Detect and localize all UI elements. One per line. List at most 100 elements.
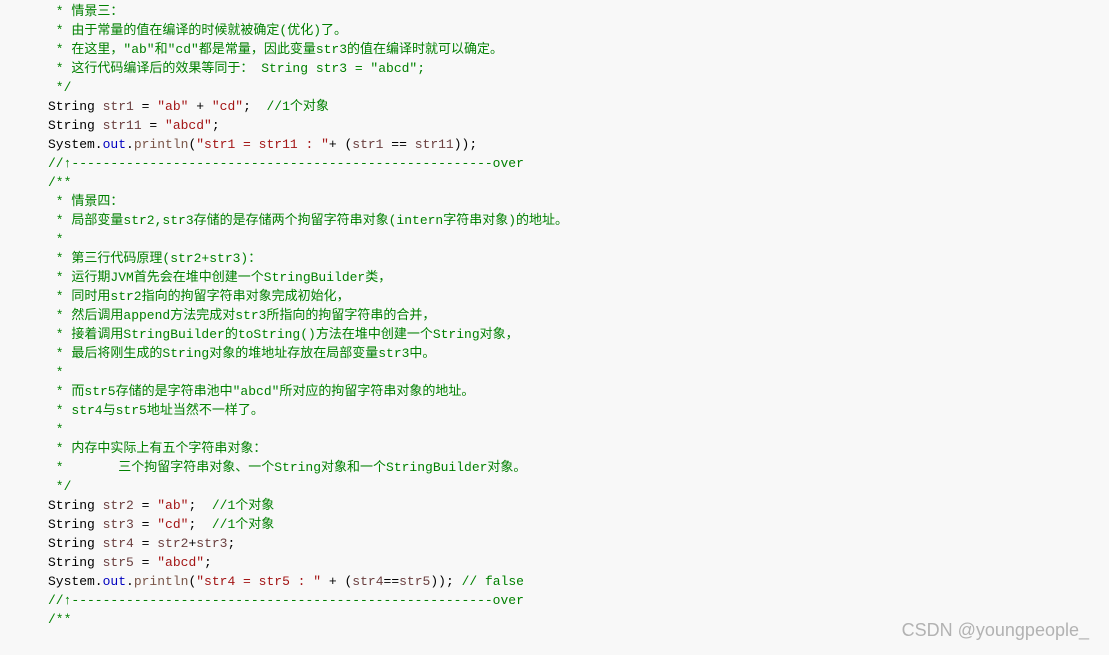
comment-text: * (48, 365, 64, 380)
code-line: * 情景四： (48, 192, 1109, 211)
code-segment: str1 (352, 137, 383, 152)
code-line: * 最后将刚生成的String对象的堆地址存放在局部变量str3中。 (48, 344, 1109, 363)
code-segment: )); (430, 574, 461, 589)
code-segment: + ( (329, 137, 352, 152)
code-segment: . (126, 574, 134, 589)
code-segment: String (48, 536, 103, 551)
code-segment: = (134, 498, 157, 513)
comment-text: * 这行代码编译后的效果等同于： String str3 = "abcd"; (48, 61, 425, 76)
code-segment: str11 (415, 137, 454, 152)
code-line: */ (48, 477, 1109, 496)
comment-text: * 然后调用append方法完成对str3所指向的拘留字符串的合并， (48, 308, 435, 323)
code-segment: str5 (103, 555, 134, 570)
code-segment: println (134, 137, 189, 152)
code-segment: str2 (157, 536, 188, 551)
comment-text: * 由于常量的值在编译的时候就被确定(优化)了。 (48, 23, 347, 38)
code-segment: //1个对象 (212, 498, 274, 513)
code-segment: str4 (103, 536, 134, 551)
code-line: * 由于常量的值在编译的时候就被确定(优化)了。 (48, 21, 1109, 40)
code-segment: //1个对象 (212, 517, 274, 532)
code-line: String str5 = "abcd"; (48, 553, 1109, 572)
code-segment: str5 (399, 574, 430, 589)
code-line: //↑-------------------------------------… (48, 154, 1109, 173)
code-segment: // false (462, 574, 524, 589)
code-segment: //1个对象 (266, 99, 328, 114)
code-line: * (48, 420, 1109, 439)
code-segment: = (134, 99, 157, 114)
code-line: String str11 = "abcd"; (48, 116, 1109, 135)
code-line: * 而str5存储的是字符串池中"abcd"所对应的拘留字符串对象的地址。 (48, 382, 1109, 401)
comment-text: * str4与str5地址当然不一样了。 (48, 403, 264, 418)
code-segment: ; (212, 118, 220, 133)
comment-text: * 运行期JVM首先会在堆中创建一个StringBuilder类， (48, 270, 391, 285)
code-segment: System. (48, 574, 103, 589)
code-segment: "ab" (157, 498, 188, 513)
code-segment: = (134, 536, 157, 551)
code-segment: String (48, 498, 103, 513)
code-segment: = (134, 517, 157, 532)
code-line: * (48, 363, 1109, 382)
comment-text: */ (48, 80, 71, 95)
code-line: * 局部变量str2,str3存储的是存储两个拘留字符串对象(intern字符串… (48, 211, 1109, 230)
code-segment: )); (454, 137, 477, 152)
comment-text: * (48, 232, 64, 247)
code-line: String str2 = "ab"; //1个对象 (48, 496, 1109, 515)
comment-text: * 在这里，"ab"和"cd"都是常量，因此变量str3的值在编译时就可以确定。 (48, 42, 503, 57)
code-segment: out (103, 574, 126, 589)
comment-text: //↑-------------------------------------… (48, 593, 524, 608)
comment-text: * 内存中实际上有五个字符串对象： (48, 441, 266, 456)
code-segment: "str4 = str5 : " (196, 574, 321, 589)
code-line: * 这行代码编译后的效果等同于： String str3 = "abcd"; (48, 59, 1109, 78)
code-segment: "abcd" (157, 555, 204, 570)
code-segment: str3 (103, 517, 134, 532)
code-line: */ (48, 78, 1109, 97)
code-segment: + ( (321, 574, 352, 589)
code-line: * 情景三： (48, 2, 1109, 21)
code-segment: String (48, 99, 103, 114)
code-segment: println (134, 574, 189, 589)
code-segment: str4 (352, 574, 383, 589)
code-segment: = (142, 118, 165, 133)
code-segment: ; (188, 517, 211, 532)
code-segment: == (384, 137, 415, 152)
comment-text: * 而str5存储的是字符串池中"abcd"所对应的拘留字符串对象的地址。 (48, 384, 474, 399)
code-line: * 三个拘留字符串对象、一个String对象和一个StringBuilder对象… (48, 458, 1109, 477)
comment-text: * (48, 422, 64, 437)
comment-text: * 同时用str2指向的拘留字符串对象完成初始化， (48, 289, 350, 304)
code-segment: System. (48, 137, 103, 152)
code-segment: String (48, 517, 103, 532)
code-segment: str3 (196, 536, 227, 551)
code-segment: "abcd" (165, 118, 212, 133)
comment-text: * 三个拘留字符串对象、一个String对象和一个StringBuilder对象… (48, 460, 526, 475)
code-segment: "cd" (212, 99, 243, 114)
code-segment: + (188, 99, 211, 114)
code-line: /** (48, 173, 1109, 192)
code-segment: "str1 = str11 : " (196, 137, 329, 152)
comment-text: * 最后将刚生成的String对象的堆地址存放在局部变量str3中。 (48, 346, 435, 361)
comment-text: * 接着调用StringBuilder的toString()方法在堆中创建一个S… (48, 327, 519, 342)
code-segment: out (103, 137, 126, 152)
code-line: /** (48, 610, 1109, 629)
code-line: * 接着调用StringBuilder的toString()方法在堆中创建一个S… (48, 325, 1109, 344)
code-segment: ; (227, 536, 235, 551)
code-line: String str4 = str2+str3; (48, 534, 1109, 553)
code-segment: str11 (103, 118, 142, 133)
comment-text: * 第三行代码原理(str2+str3)： (48, 251, 261, 266)
code-line: * 内存中实际上有五个字符串对象： (48, 439, 1109, 458)
code-line: String str1 = "ab" + "cd"; //1个对象 (48, 97, 1109, 116)
comment-text: */ (48, 479, 71, 494)
code-line: * 然后调用append方法完成对str3所指向的拘留字符串的合并， (48, 306, 1109, 325)
code-line: System.out.println("str4 = str5 : " + (s… (48, 572, 1109, 591)
code-segment: "cd" (157, 517, 188, 532)
code-segment: str2 (103, 498, 134, 513)
code-segment: ; (188, 498, 211, 513)
code-line: * 第三行代码原理(str2+str3)： (48, 249, 1109, 268)
comment-text: /** (48, 612, 71, 627)
code-line: String str3 = "cd"; //1个对象 (48, 515, 1109, 534)
code-block: * 情景三： * 由于常量的值在编译的时候就被确定(优化)了。 * 在这里，"a… (0, 0, 1109, 629)
code-line: //↑-------------------------------------… (48, 591, 1109, 610)
code-segment: String (48, 118, 103, 133)
code-segment: "ab" (157, 99, 188, 114)
code-segment: str1 (103, 99, 134, 114)
code-line: * 在这里，"ab"和"cd"都是常量，因此变量str3的值在编译时就可以确定。 (48, 40, 1109, 59)
